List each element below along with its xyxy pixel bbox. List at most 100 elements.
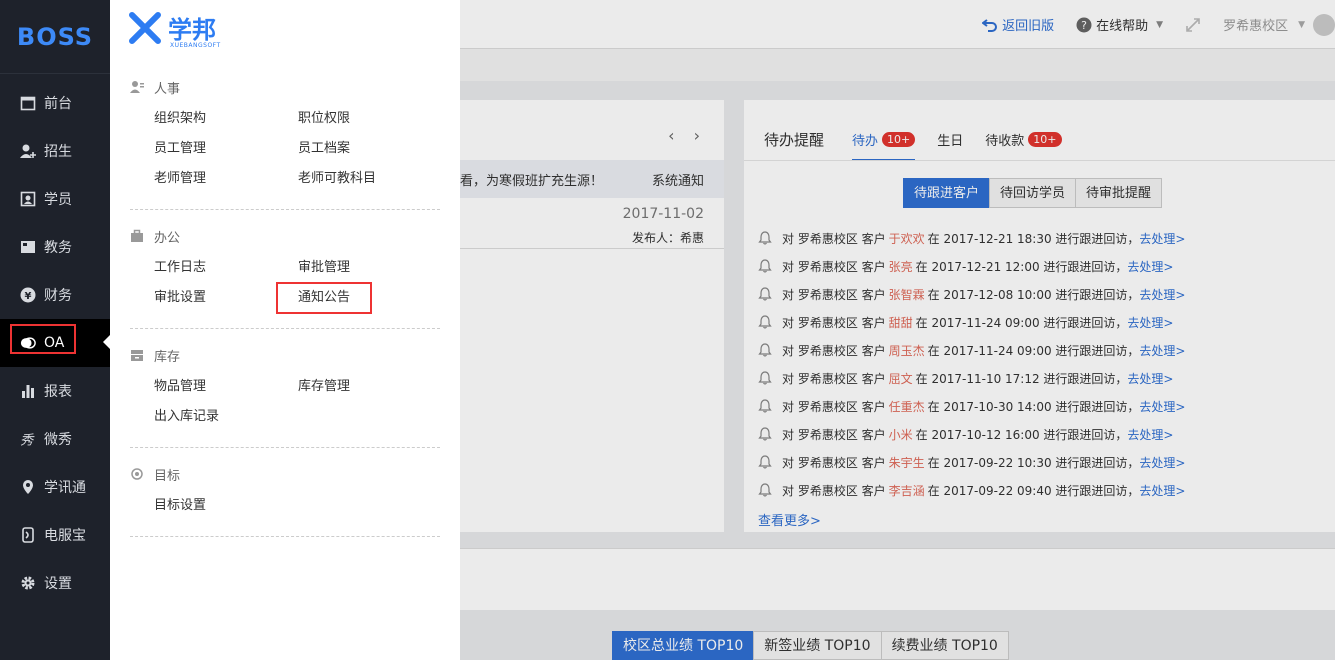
menu-item-staff-management[interactable]: 员工管理 bbox=[154, 138, 298, 160]
list-item: 对 罗希惠校区 客户 李吉涵在 2017-09-22 09:40 进行跟进回访，去… bbox=[758, 476, 1185, 504]
tab-todo[interactable]: 待办 10+ bbox=[852, 130, 916, 161]
row-prefix: 对 罗希惠校区 客户 bbox=[782, 455, 886, 470]
section-title: 人事 bbox=[154, 81, 181, 97]
tab-campus-top10[interactable]: 校区总业绩 TOP10 bbox=[612, 631, 755, 660]
sidebar-item-label: 招生 bbox=[44, 144, 72, 160]
customer-name[interactable]: 甜甜 bbox=[889, 314, 913, 331]
handle-link[interactable]: 去处理> bbox=[1139, 482, 1185, 499]
section-title: 办公 bbox=[154, 230, 181, 246]
section-header: 办公 bbox=[130, 225, 440, 247]
chevron-left-icon[interactable]: ‹ bbox=[668, 126, 674, 145]
todo-segments: 待跟进客户 待回访学员 待审批提醒 bbox=[903, 178, 1163, 208]
expand-icon bbox=[1186, 17, 1200, 32]
back-old-version-link[interactable]: 返回旧版 bbox=[982, 15, 1054, 34]
bell-icon bbox=[758, 455, 772, 469]
segment-follow-customers[interactable]: 待跟进客户 bbox=[903, 178, 991, 208]
customer-name[interactable]: 朱宇生 bbox=[889, 454, 925, 471]
notice-date: 2017-11-02 bbox=[622, 206, 704, 222]
handle-link[interactable]: 去处理> bbox=[1127, 258, 1173, 275]
chevron-right-icon[interactable]: › bbox=[694, 126, 700, 145]
tab-pending-payment[interactable]: 待收款 10+ bbox=[985, 130, 1062, 161]
segment-revisit-students[interactable]: 待回访学员 bbox=[989, 178, 1077, 208]
row-time: 在 2017-12-08 10:00 进行跟进回访， bbox=[927, 287, 1140, 302]
menu-item-org-structure[interactable]: 组织架构 bbox=[154, 108, 298, 130]
brand-name: 学邦 bbox=[168, 16, 216, 44]
campus-name[interactable]: 罗希惠校区 bbox=[1223, 15, 1288, 34]
customer-name[interactable]: 小米 bbox=[889, 426, 913, 443]
customer-name[interactable]: 于欢欢 bbox=[889, 230, 925, 247]
sidebar-item-label: 电服宝 bbox=[44, 528, 86, 544]
tab-renewal-top10[interactable]: 续费业绩 TOP10 bbox=[880, 631, 1009, 660]
sidebar-item-0[interactable]: 前台 bbox=[0, 79, 110, 127]
menu-item-position-permissions[interactable]: 职位权限 bbox=[298, 108, 442, 130]
brand-subtitle: XUEBANGSOFT bbox=[170, 42, 221, 49]
sidebar-item-label: 报表 bbox=[44, 384, 72, 400]
sidebar-item-1[interactable]: 招生 bbox=[0, 127, 110, 175]
customer-name[interactable]: 张亮 bbox=[889, 258, 913, 275]
row-time: 在 2017-09-22 10:30 进行跟进回访， bbox=[927, 455, 1140, 470]
app-logo[interactable]: BOSS bbox=[0, 0, 110, 74]
gear-icon bbox=[20, 575, 36, 591]
menu-item-approval-management[interactable]: 审批管理 bbox=[298, 257, 442, 279]
customer-name[interactable]: 张智霖 bbox=[889, 286, 925, 303]
menu-item-stock-management[interactable]: 库存管理 bbox=[298, 376, 442, 398]
fullscreen-button[interactable] bbox=[1185, 17, 1201, 33]
bar-chart-icon bbox=[20, 383, 36, 399]
bell-icon bbox=[758, 259, 772, 273]
menu-item-teacher-management[interactable]: 老师管理 bbox=[154, 168, 298, 190]
user-add-icon bbox=[20, 143, 36, 159]
sidebar-item-8[interactable]: 学讯通 bbox=[0, 463, 110, 511]
list-item: 对 罗希惠校区 客户 于欢欢在 2017-12-21 18:30 进行跟进回访，去… bbox=[758, 224, 1185, 252]
menu-item-stock-records[interactable]: 出入库记录 bbox=[154, 406, 298, 428]
row-prefix: 对 罗希惠校区 客户 bbox=[782, 399, 886, 414]
sidebar: BOSS 前台招生学员 教务 ¥ 财务 OA 报表秀微秀 学讯通电服宝设置 bbox=[0, 0, 110, 660]
menu-item-goods-management[interactable]: 物品管理 bbox=[154, 376, 298, 398]
handle-link[interactable]: 去处理> bbox=[1127, 370, 1173, 387]
tab-birthday[interactable]: 生日 bbox=[937, 130, 963, 161]
customer-name[interactable]: 李吉涵 bbox=[889, 482, 925, 499]
handle-link[interactable]: 去处理> bbox=[1139, 286, 1185, 303]
menu-item-announcements[interactable]: 通知公告 bbox=[276, 282, 442, 314]
customer-name[interactable]: 任重杰 bbox=[889, 398, 925, 415]
tab-new-signing-top10[interactable]: 新签业绩 TOP10 bbox=[753, 631, 882, 660]
sidebar-item-5[interactable]: OA bbox=[0, 319, 110, 367]
tab-label: 待收款 bbox=[985, 134, 1025, 149]
sidebar-item-10[interactable]: 设置 bbox=[0, 559, 110, 607]
section-title: 目标 bbox=[154, 468, 181, 484]
sidebar-item-label: 微秀 bbox=[44, 432, 72, 448]
menu-item-work-log[interactable]: 工作日志 bbox=[154, 257, 298, 279]
bell-icon bbox=[758, 315, 772, 329]
oa-flyout-menu: 学邦 XUEBANGSOFT 人事 组织架构 职位权限 员工管理 员工档案 老师… bbox=[110, 0, 460, 660]
sidebar-item-2[interactable]: 学员 bbox=[0, 175, 110, 223]
list-item: 对 罗希惠校区 客户 张智霖在 2017-12-08 10:00 进行跟进回访，去… bbox=[758, 280, 1185, 308]
avatar[interactable] bbox=[1313, 13, 1335, 36]
sidebar-item-9[interactable]: 电服宝 bbox=[0, 511, 110, 559]
sidebar-item-4[interactable]: ¥ 财务 bbox=[0, 271, 110, 319]
book-icon bbox=[20, 239, 36, 255]
sidebar-item-7[interactable]: 秀微秀 bbox=[0, 415, 110, 463]
divider bbox=[130, 536, 440, 537]
handle-link[interactable]: 去处理> bbox=[1139, 342, 1185, 359]
online-help-menu[interactable]: ? 在线帮助 ▼ bbox=[1076, 15, 1163, 34]
menu-item-teacher-subjects[interactable]: 老师可教科目 bbox=[298, 168, 442, 190]
notice-item[interactable]: 看，为寒假班扩充生源！ 系统通知 bbox=[440, 160, 724, 198]
handle-link[interactable]: 去处理> bbox=[1139, 398, 1185, 415]
location-icon bbox=[20, 479, 36, 495]
handle-link[interactable]: 去处理> bbox=[1127, 314, 1173, 331]
list-item: 对 罗希惠校区 客户 朱宇生在 2017-09-22 10:30 进行跟进回访，去… bbox=[758, 448, 1185, 476]
segment-pending-approval[interactable]: 待审批提醒 bbox=[1075, 178, 1163, 208]
handle-link[interactable]: 去处理> bbox=[1127, 426, 1173, 443]
sidebar-item-3[interactable]: 教务 bbox=[0, 223, 110, 271]
menu-grid: 目标设置 bbox=[154, 495, 440, 517]
handle-link[interactable]: 去处理> bbox=[1139, 230, 1185, 247]
menu-item-staff-records[interactable]: 员工档案 bbox=[298, 138, 442, 160]
view-more-link[interactable]: 查看更多> bbox=[758, 510, 821, 529]
customer-name[interactable]: 周玉杰 bbox=[889, 342, 925, 359]
sidebar-item-6[interactable]: 报表 bbox=[0, 367, 110, 415]
menu-item-goal-settings[interactable]: 目标设置 bbox=[154, 495, 298, 517]
undo-icon bbox=[982, 18, 998, 32]
handle-link[interactable]: 去处理> bbox=[1139, 454, 1185, 471]
bell-icon bbox=[758, 371, 772, 385]
customer-name[interactable]: 屈文 bbox=[889, 370, 913, 387]
list-item: 对 罗希惠校区 客户 屈文在 2017-11-10 17:12 进行跟进回访， 去处… bbox=[758, 364, 1185, 392]
